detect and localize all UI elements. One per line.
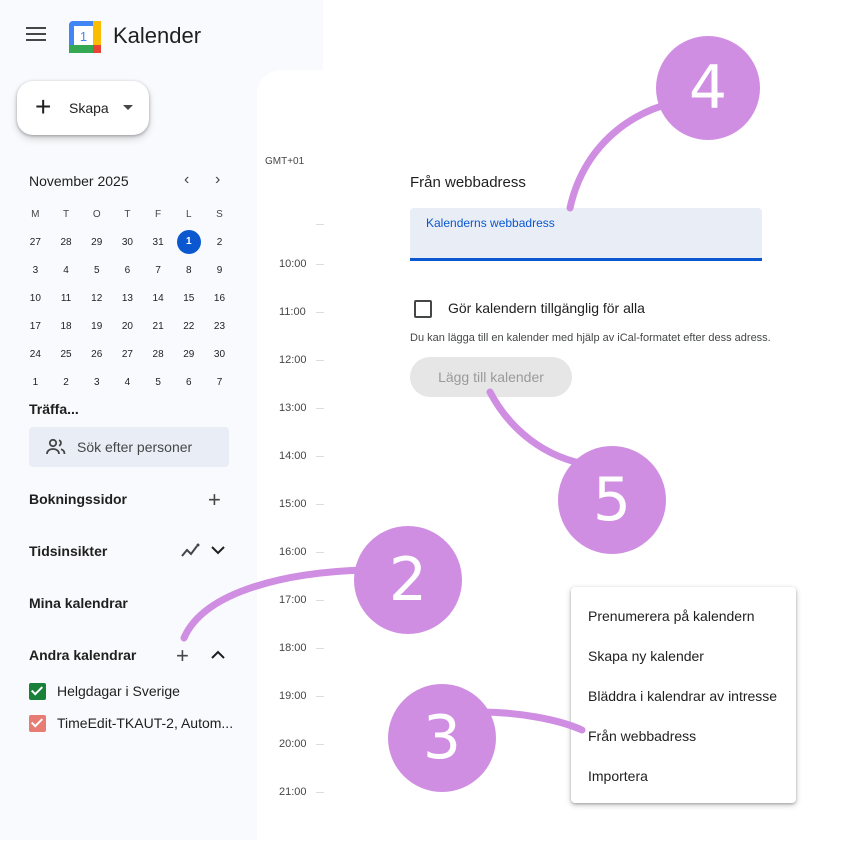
annotation-line-2	[180, 566, 369, 642]
annotation-line-5	[486, 388, 594, 469]
step-5-badge: 5	[558, 446, 666, 554]
step-2-badge: 2	[354, 526, 462, 634]
step-4-badge: 4	[656, 36, 760, 140]
annotation-line-3	[476, 708, 586, 734]
step-3-badge: 3	[388, 684, 496, 792]
